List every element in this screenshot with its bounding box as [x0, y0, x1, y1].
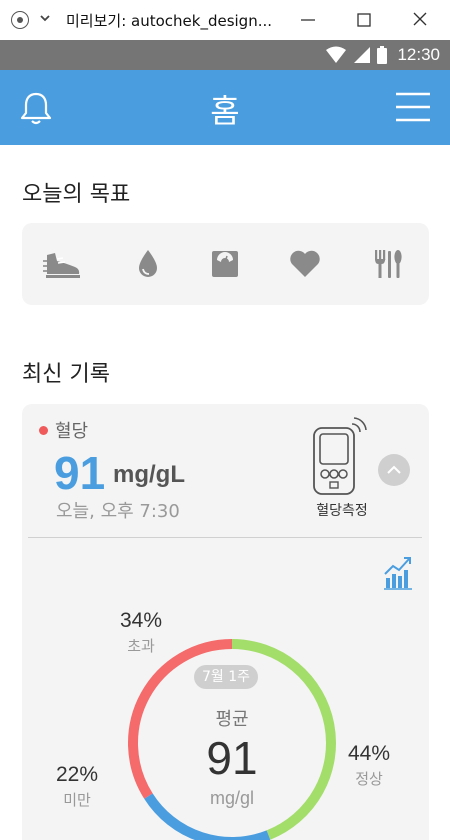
status-dot [39, 426, 48, 435]
trend-chart-icon[interactable] [383, 554, 413, 590]
record-unit: mg/gL [113, 461, 185, 488]
over-percent: 34% [119, 609, 163, 632]
under-percent: 22% [55, 763, 99, 786]
window-titlebar: 미리보기: autochek_design... [0, 0, 450, 40]
utensils-icon [375, 250, 402, 278]
goal-meal-button[interactable] [368, 245, 408, 283]
goal-exercise-button[interactable] [42, 245, 82, 283]
page-title: 홈 [210, 92, 240, 130]
record-timestamp: 오늘, 오후 7:30 [56, 501, 180, 522]
normal-percent: 44% [347, 742, 391, 765]
record-value: 91 [54, 447, 106, 499]
window-title: 미리보기: autochek_design... [66, 12, 273, 30]
goals-panel [22, 223, 429, 305]
status-bar: 12:30 [0, 40, 450, 70]
chevron-down-icon[interactable] [38, 11, 52, 25]
app-record-icon[interactable] [11, 11, 29, 29]
normal-percent-block: 44% 정상 [342, 742, 396, 789]
wifi-icon [326, 46, 347, 63]
under-label: 미만 [63, 791, 91, 809]
collapse-button[interactable] [378, 454, 410, 486]
close-icon[interactable] [405, 8, 435, 32]
week-badge: 7월 1주 [194, 665, 258, 689]
status-time: 12:30 [397, 45, 440, 64]
normal-label: 정상 [355, 770, 383, 788]
scale-icon [212, 251, 238, 277]
average-unit: mg/gl [209, 788, 254, 808]
average-caption: 평균 [215, 709, 249, 730]
signal-icon [354, 47, 371, 63]
goal-water-button[interactable] [128, 245, 168, 283]
maximize-icon[interactable] [349, 8, 379, 32]
over-percent-block: 34% 초과 [114, 609, 168, 656]
minimize-icon[interactable] [293, 8, 323, 32]
under-percent-block: 22% 미만 [50, 763, 104, 810]
water-drop-icon [139, 250, 157, 277]
battery-icon [377, 46, 388, 64]
card-divider [28, 537, 422, 538]
app-header: 홈 [0, 70, 450, 145]
hamburger-menu-icon[interactable] [396, 92, 430, 122]
goal-weight-button[interactable] [205, 245, 245, 283]
record-label: 혈당 [55, 421, 89, 442]
goals-section-title: 오늘의 목표 [22, 182, 131, 207]
heart-icon [290, 250, 320, 277]
records-section-title: 최신 기록 [22, 362, 110, 387]
average-value: 91 [206, 732, 258, 784]
goal-heart-button[interactable] [285, 245, 325, 283]
chevron-up-icon [387, 465, 401, 474]
device-label: 혈당측정 [316, 503, 368, 519]
glucose-meter-icon [313, 417, 367, 495]
blood-sugar-record-card[interactable]: 혈당 91 mg/gL 오늘, 오후 7:30 혈당측정 7월 1주 평균 91… [22, 404, 429, 840]
blood-sugar-donut: 7월 1주 평균 91 mg/gl [122, 633, 342, 840]
over-label: 초과 [127, 637, 155, 655]
shoe-icon [43, 253, 80, 278]
